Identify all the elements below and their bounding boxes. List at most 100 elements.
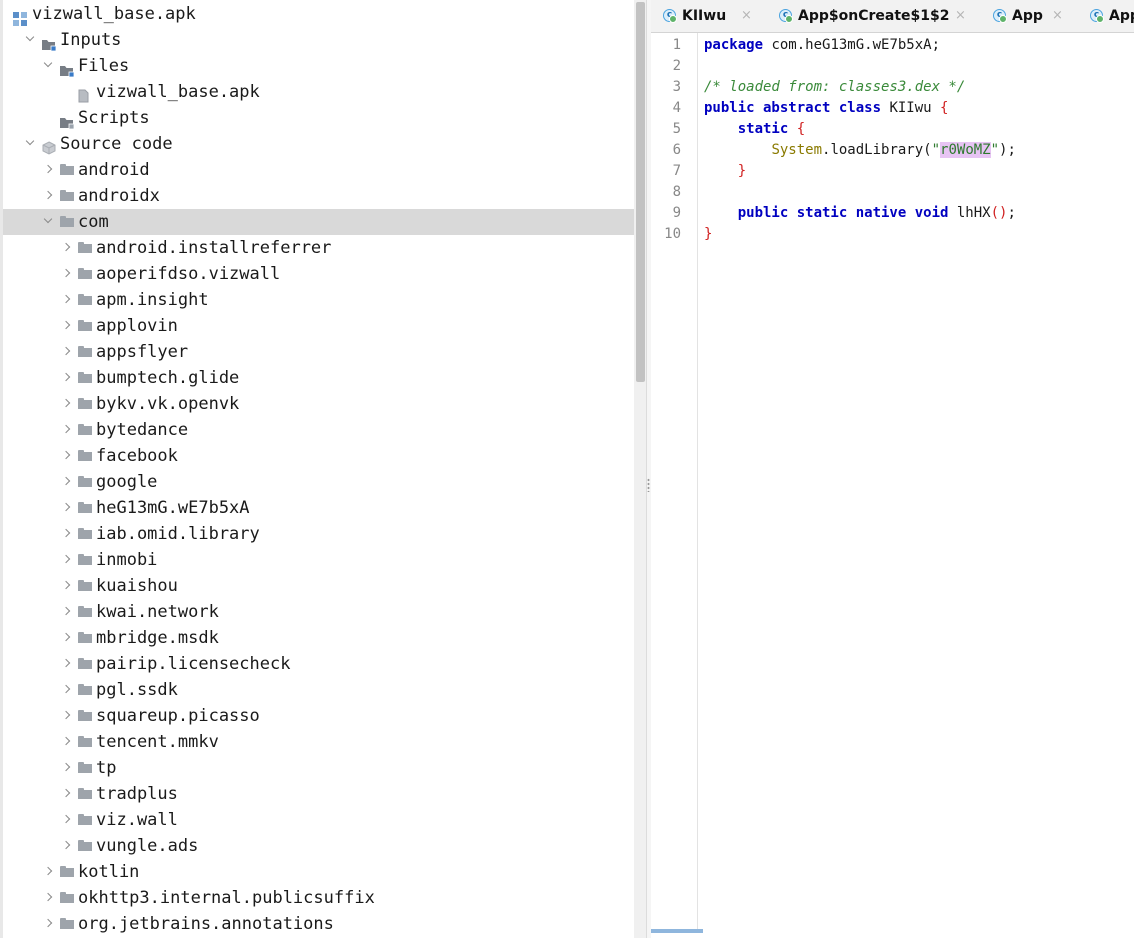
highlighted-string[interactable]: r0WoMZ (940, 142, 991, 158)
tree-node-label: Inputs (60, 30, 122, 50)
tree-node[interactable]: tradplus (3, 781, 634, 807)
tree-node[interactable]: bytedance (3, 417, 634, 443)
chevron-right-icon[interactable] (43, 164, 53, 174)
tree-node[interactable]: com (3, 209, 634, 235)
tree-node[interactable]: android.installreferrer (3, 235, 634, 261)
chevron-right-icon[interactable] (43, 866, 53, 876)
chevron-right-icon[interactable] (43, 918, 53, 928)
tree-node[interactable]: google (3, 469, 634, 495)
tree-node[interactable]: vizwall_base.apk (3, 1, 634, 27)
tree-node[interactable]: viz.wall (3, 807, 634, 833)
tree-node[interactable]: android (3, 157, 634, 183)
chevron-right-icon[interactable] (61, 580, 71, 590)
code-line-7[interactable]: } (704, 163, 746, 179)
close-icon[interactable]: × (955, 0, 966, 32)
chevron-right-icon[interactable] (43, 892, 53, 902)
tree-node-label: kotlin (78, 862, 140, 882)
tree-node[interactable]: tp (3, 755, 634, 781)
editor-tab-bar: c KIIwu × c App$onCreate$1$2 × c App × c… (651, 0, 1134, 33)
tree-node[interactable]: appsflyer (3, 339, 634, 365)
package-icon (78, 476, 92, 487)
line-number: 5 (672, 121, 681, 137)
code-line-4[interactable]: public abstract class KIIwu { (704, 100, 948, 116)
chevron-right-icon[interactable] (61, 398, 71, 408)
chevron-right-icon[interactable] (61, 372, 71, 382)
comment: /* loaded from: classes3.dex */ (704, 79, 966, 95)
chevron-right-icon[interactable] (61, 502, 71, 512)
chevron-right-icon[interactable] (61, 476, 71, 486)
chevron-right-icon[interactable] (61, 268, 71, 278)
chevron-down-icon[interactable] (43, 58, 53, 68)
tree-node[interactable]: okhttp3.internal.publicsuffix (3, 885, 634, 911)
tree-node[interactable]: Source code (3, 131, 634, 157)
tree-node[interactable]: apm.insight (3, 287, 634, 313)
chevron-right-icon[interactable] (61, 736, 71, 746)
tree-node[interactable]: Inputs (3, 27, 634, 53)
editor-horizontal-scrollbar[interactable] (651, 929, 703, 933)
tree-node[interactable]: org.jetbrains.annotations (3, 911, 634, 937)
chevron-right-icon[interactable] (43, 190, 53, 200)
code-line-5[interactable]: static { (704, 121, 805, 137)
chevron-right-icon[interactable] (61, 606, 71, 616)
chevron-down-icon[interactable] (25, 136, 35, 146)
code-line-6[interactable]: System.loadLibrary("r0WoMZ"); (704, 142, 1016, 158)
chevron-down-icon[interactable] (43, 214, 53, 224)
tree-node[interactable]: kwai.network (3, 599, 634, 625)
chevron-right-icon[interactable] (61, 788, 71, 798)
chevron-right-icon[interactable] (61, 242, 71, 252)
tree-node[interactable]: facebook (3, 443, 634, 469)
chevron-right-icon[interactable] (61, 762, 71, 772)
code-line-3[interactable]: /* loaded from: classes3.dex */ (704, 79, 965, 95)
tree-node-label: bykv.vk.openvk (96, 394, 240, 414)
chevron-down-icon[interactable] (25, 32, 35, 42)
chevron-right-icon[interactable] (61, 346, 71, 356)
code-line-10[interactable]: } (704, 226, 712, 242)
chevron-right-icon[interactable] (61, 294, 71, 304)
tree-node-label: applovin (96, 316, 178, 336)
line-number: 4 (672, 100, 681, 116)
package-icon (60, 892, 74, 903)
tree-node[interactable]: kotlin (3, 859, 634, 885)
chevron-right-icon[interactable] (61, 710, 71, 720)
close-icon[interactable]: × (1052, 0, 1063, 32)
tree-node[interactable]: iab.omid.library (3, 521, 634, 547)
chevron-right-icon[interactable] (61, 554, 71, 564)
splitter-grip-icon[interactable] (647, 478, 650, 492)
close-icon[interactable]: × (741, 0, 752, 32)
tree-node[interactable]: vungle.ads (3, 833, 634, 859)
line-number: 6 (672, 142, 681, 158)
tree-node[interactable]: kuaishou (3, 573, 634, 599)
tree-node[interactable]: androidx (3, 183, 634, 209)
tree-scrollbar-thumb[interactable] (636, 2, 645, 382)
tree-node[interactable]: squareup.picasso (3, 703, 634, 729)
package-icon (78, 710, 92, 721)
tree-node[interactable]: pairip.licensecheck (3, 651, 634, 677)
code-line-9[interactable]: public static native void lhHX(); (704, 205, 1016, 221)
tree-node[interactable]: bykv.vk.openvk (3, 391, 634, 417)
chevron-right-icon[interactable] (61, 320, 71, 330)
chevron-right-icon[interactable] (61, 658, 71, 668)
code-editor[interactable]: c KIIwu × c App$onCreate$1$2 × c App × c… (651, 0, 1134, 938)
chevron-right-icon[interactable] (61, 814, 71, 824)
chevron-right-icon[interactable] (61, 684, 71, 694)
tree-node-label: pgl.ssdk (96, 680, 178, 700)
tree-node[interactable]: pgl.ssdk (3, 677, 634, 703)
tree-node[interactable]: vizwall_base.apk (3, 79, 634, 105)
tree-node[interactable]: mbridge.msdk (3, 625, 634, 651)
chevron-right-icon[interactable] (61, 424, 71, 434)
tree-node[interactable]: inmobi (3, 547, 634, 573)
tree-node[interactable]: Scripts (3, 105, 634, 131)
tree-node[interactable]: Files (3, 53, 634, 79)
tree-node[interactable]: tencent.mmkv (3, 729, 634, 755)
code-line-1[interactable]: package com.heG13mG.wE7b5xA; (704, 37, 940, 53)
chevron-right-icon[interactable] (61, 528, 71, 538)
chevron-right-icon[interactable] (61, 450, 71, 460)
tree-node[interactable]: applovin (3, 313, 634, 339)
tree-node-label: android.installreferrer (96, 238, 332, 258)
chevron-right-icon[interactable] (61, 632, 71, 642)
chevron-right-icon[interactable] (61, 840, 71, 850)
project-tree[interactable]: vizwall_base.apk Inputs Files vizwall_base.… (0, 0, 634, 938)
tree-node[interactable]: bumptech.glide (3, 365, 634, 391)
tree-node[interactable]: aoperifdso.vizwall (3, 261, 634, 287)
tree-node[interactable]: heG13mG.wE7b5xA (3, 495, 634, 521)
